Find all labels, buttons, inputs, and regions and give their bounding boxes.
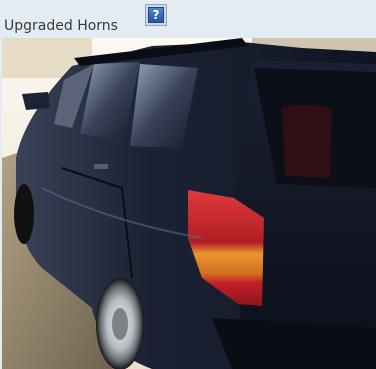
help-button[interactable]: ?: [145, 4, 167, 26]
car-photo: [2, 38, 376, 369]
panel-header: Upgraded Horns ?: [0, 0, 376, 38]
side-mirror: [22, 92, 50, 110]
panel-title: Upgraded Horns: [4, 18, 118, 34]
help-question-icon: ?: [148, 7, 164, 23]
image-panel: Upgraded Horns ?: [0, 0, 376, 369]
